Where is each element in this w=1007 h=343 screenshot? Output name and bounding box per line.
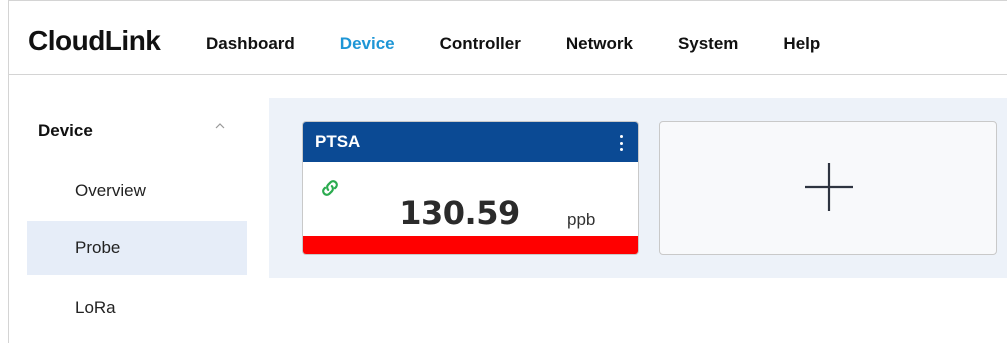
plus-icon[interactable] [801, 159, 857, 215]
device-card[interactable]: PTSA 130.59 ppb [302, 121, 639, 255]
sidebar-item-overview[interactable]: Overview [27, 164, 247, 218]
kebab-menu-icon[interactable] [614, 132, 628, 154]
top-bar: CloudLink Dashboard Device Controller Ne… [9, 1, 1007, 75]
nav-item-controller[interactable]: Controller [440, 34, 521, 54]
device-card-title: PTSA [315, 132, 361, 151]
nav-item-dashboard[interactable]: Dashboard [206, 34, 295, 54]
add-device-card[interactable] [659, 121, 997, 255]
chevron-up-icon[interactable] [210, 119, 230, 133]
sidebar: Device Overview Probe LoRa [9, 76, 269, 343]
main-nav: Dashboard Device Controller Network Syst… [206, 34, 865, 54]
sidebar-item-probe[interactable]: Probe [27, 221, 247, 275]
sidebar-group-device[interactable]: Device [38, 121, 93, 141]
app-frame: CloudLink Dashboard Device Controller Ne… [8, 0, 1007, 343]
nav-item-system[interactable]: System [678, 34, 738, 54]
sidebar-item-lora[interactable]: LoRa [27, 281, 247, 335]
device-card-header: PTSA [303, 122, 638, 162]
app-logo[interactable]: CloudLink [28, 25, 161, 57]
nav-item-device[interactable]: Device [340, 34, 395, 54]
nav-item-network[interactable]: Network [566, 34, 633, 54]
nav-item-help[interactable]: Help [783, 34, 820, 54]
device-reading-unit: ppb [567, 210, 596, 229]
status-bar [303, 236, 638, 254]
device-panel: PTSA 130.59 ppb [269, 98, 1007, 278]
